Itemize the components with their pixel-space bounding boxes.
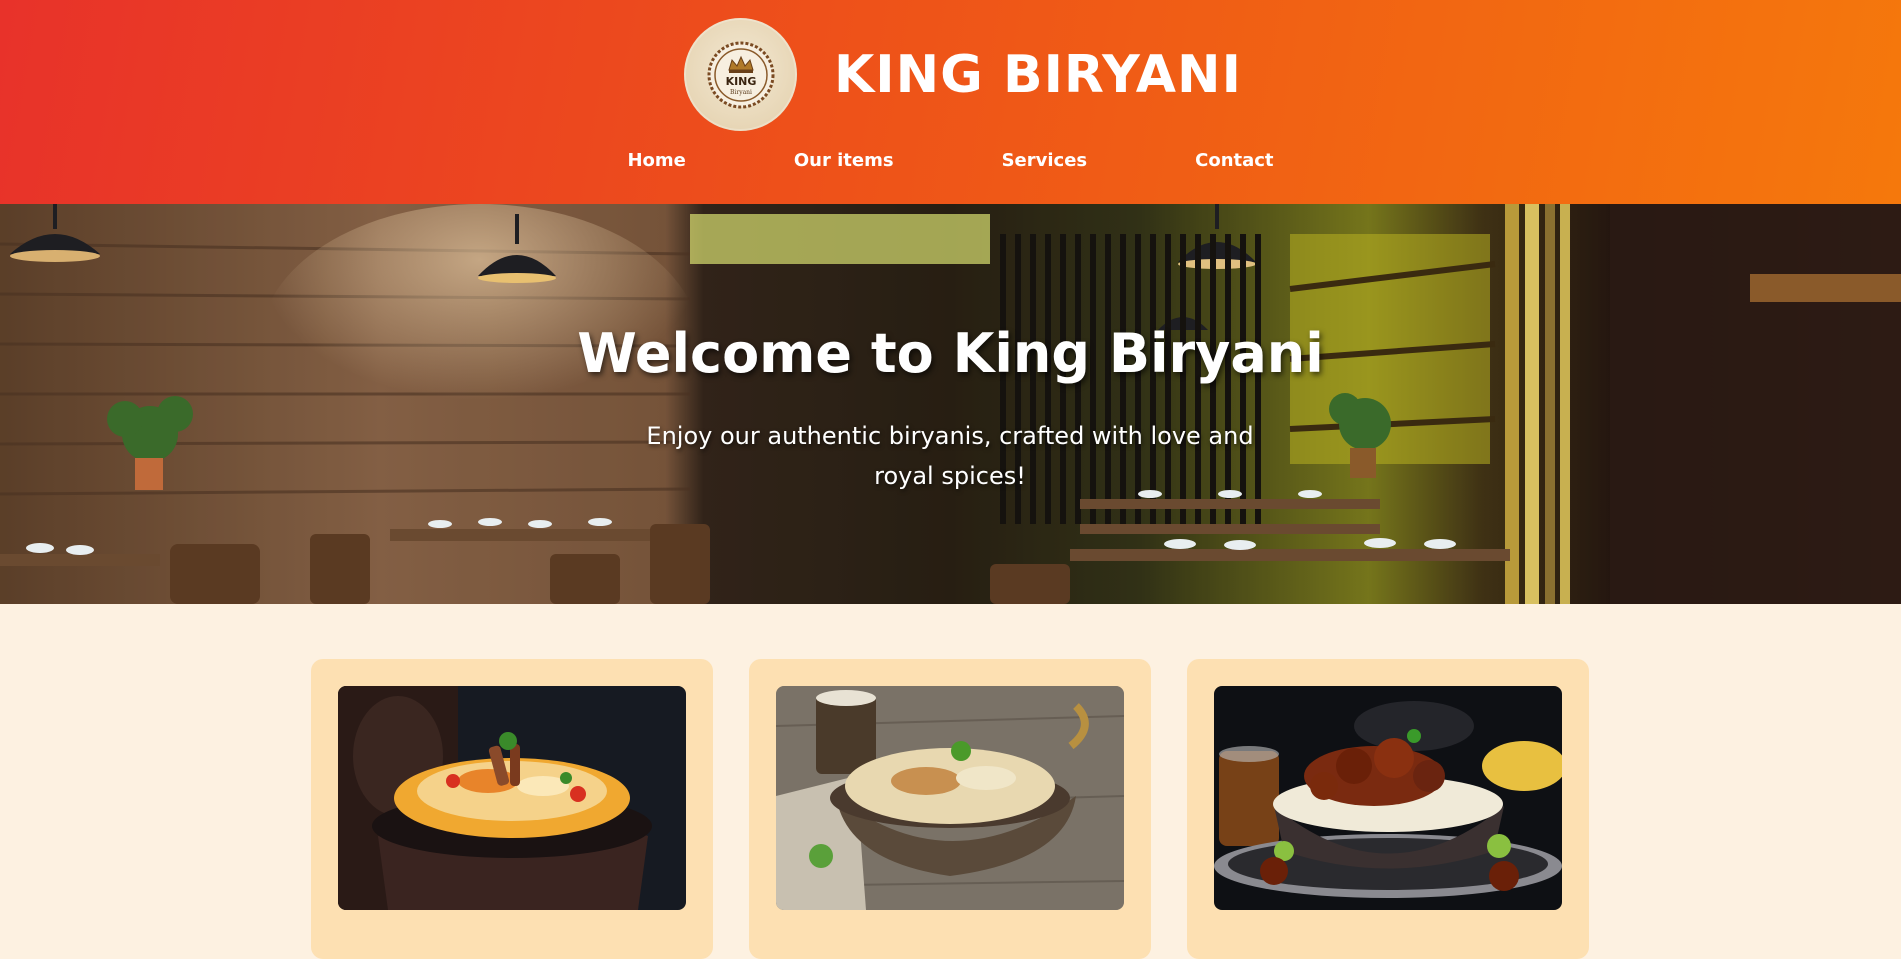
nav-our-items-link[interactable]: Our items	[794, 150, 894, 171]
site-header: KING Biryani KING BIRYANI Home Our items…	[0, 0, 1901, 204]
logo-subtext: Biryani	[730, 89, 752, 96]
hero-banner: Welcome to King Biryani Enjoy our authen…	[0, 204, 1901, 604]
nav-contact-link[interactable]: Contact	[1195, 150, 1273, 171]
menu-card[interactable]	[749, 659, 1151, 959]
menu-card[interactable]	[311, 659, 713, 959]
menu-card[interactable]	[1187, 659, 1589, 959]
restaurant-interior-image	[0, 204, 1901, 604]
crown-logo-icon[interactable]: KING Biryani	[684, 18, 797, 131]
nav-services-link[interactable]: Services	[1002, 150, 1088, 171]
hero-subtitle: Enjoy our authentic biryanis, crafted wi…	[646, 422, 1254, 490]
biryani-in-brass-bowl-image	[776, 686, 1124, 910]
brand: KING Biryani KING BIRYANI	[684, 18, 1242, 131]
nav-home-link[interactable]: Home	[627, 150, 685, 171]
logo-text: KING	[725, 75, 756, 88]
biryani-in-clay-pot-image	[338, 686, 686, 910]
site-title: KING BIRYANI	[834, 44, 1242, 105]
main-nav: Home Our items Services Contact	[0, 150, 1901, 171]
hero-title: Welcome to King Biryani	[577, 322, 1324, 385]
mutton-biryani-plate-image	[1214, 686, 1562, 910]
